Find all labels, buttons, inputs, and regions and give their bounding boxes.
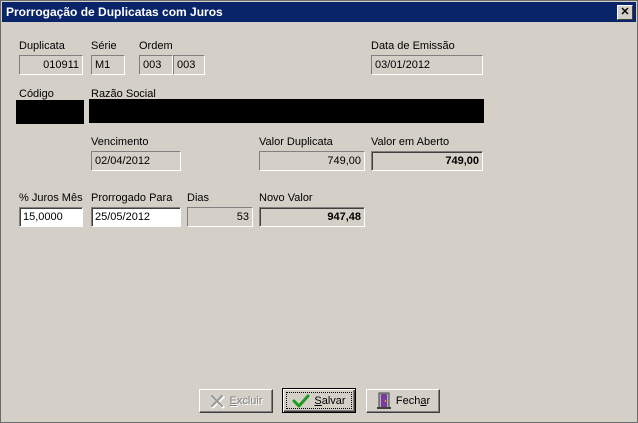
duplicata-field[interactable]: 010911 [19, 55, 83, 75]
novo-valor-field[interactable]: 947,48 [259, 207, 365, 227]
serie-field[interactable]: M1 [91, 55, 125, 75]
fechar-label: Fechar [395, 395, 431, 407]
valor-duplicata-field[interactable]: 749,00 [259, 151, 365, 171]
razao-social-field-redacted[interactable] [89, 99, 484, 123]
serie-label: Série [91, 40, 117, 52]
prorrogado-para-label: Prorrogado Para [91, 192, 173, 204]
valor-aberto-field[interactable]: 749,00 [371, 151, 483, 171]
salvar-label: Salvar [314, 394, 346, 407]
delete-x-icon [211, 394, 225, 409]
dias-label: Dias [187, 192, 210, 204]
title-bar[interactable]: Prorrogação de Duplicatas com Juros ✕ [2, 2, 636, 22]
data-emissao-label: Data de Emissão [371, 40, 455, 52]
ordem-field-1[interactable]: 003 [139, 55, 173, 75]
ordem-label: Ordem [139, 40, 173, 52]
codigo-label: Código [19, 88, 54, 100]
fechar-button[interactable]: Fechar [366, 389, 440, 413]
duplicata-label: Duplicata [19, 40, 65, 52]
prorrogado-para-input[interactable]: 25/05/2012 [91, 207, 181, 227]
vencimento-field[interactable]: 02/04/2012 [91, 151, 181, 171]
close-button[interactable]: ✕ [617, 5, 633, 20]
vencimento-label: Vencimento [91, 136, 149, 148]
valor-duplicata-label: Valor Duplicata [259, 136, 333, 148]
valor-aberto-label: Valor em Aberto [371, 136, 450, 148]
ordem-field-2[interactable]: 003 [173, 55, 205, 75]
data-emissao-field[interactable]: 03/01/2012 [371, 55, 483, 75]
close-icon: ✕ [620, 6, 630, 18]
juros-mes-input[interactable]: 15,0000 [19, 207, 83, 227]
salvar-button[interactable]: Salvar [282, 388, 356, 413]
juros-mes-label: % Juros Mês [19, 192, 83, 204]
novo-valor-label: Novo Valor [259, 192, 313, 204]
codigo-field-redacted[interactable] [16, 100, 84, 124]
excluir-button[interactable]: Excluir [199, 389, 273, 413]
door-exit-icon [376, 392, 391, 409]
excluir-label: Excluir [229, 395, 263, 407]
window-title: Prorrogação de Duplicatas com Juros [6, 5, 223, 19]
dialog-window: Prorrogação de Duplicatas com Juros ✕ Du… [0, 0, 638, 423]
checkmark-icon [292, 394, 310, 407]
dias-field[interactable]: 53 [187, 207, 253, 227]
